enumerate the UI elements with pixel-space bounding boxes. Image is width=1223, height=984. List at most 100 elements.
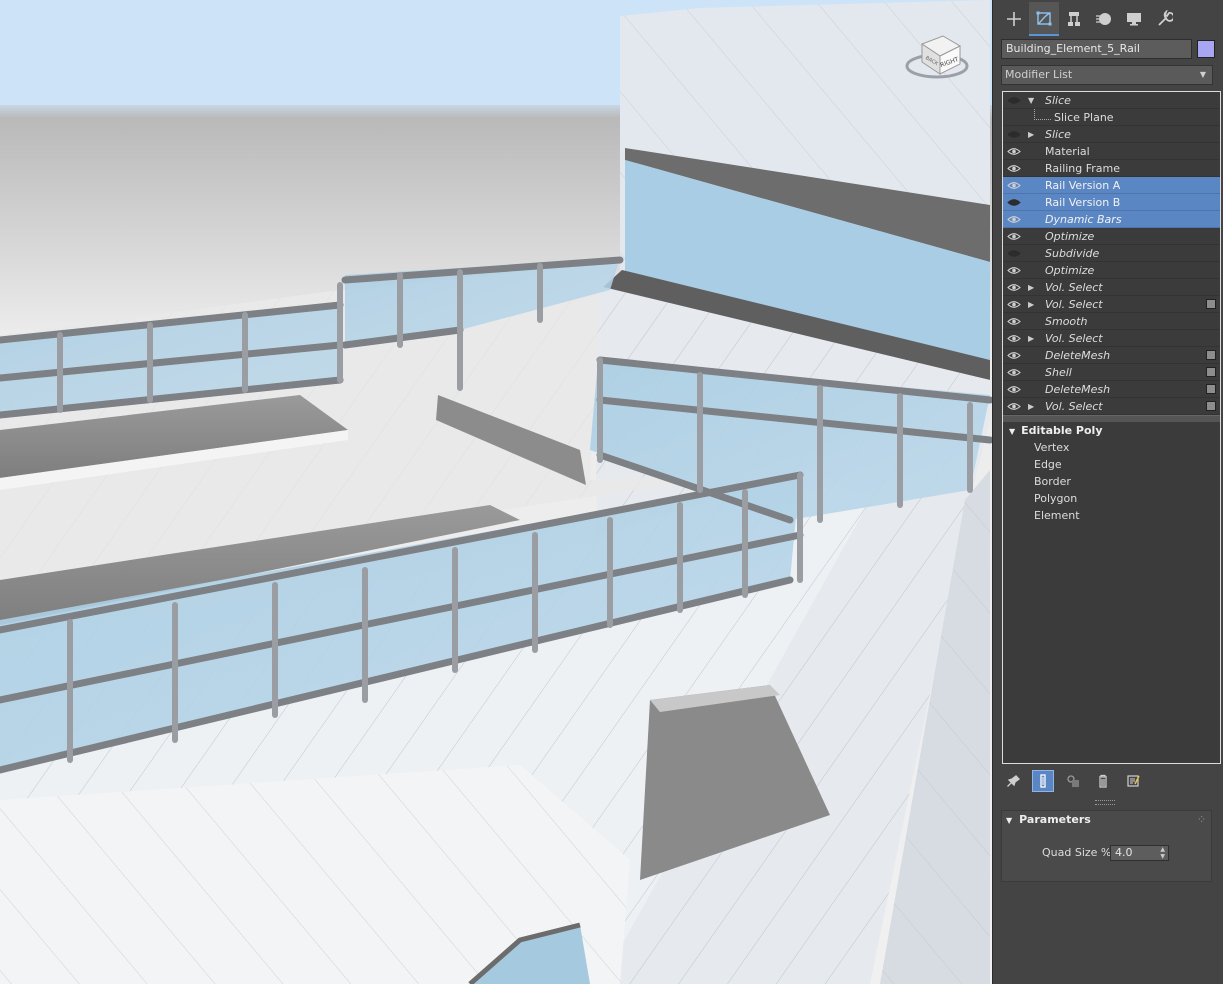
pin-stack-button[interactable] xyxy=(1002,770,1024,792)
trash-icon xyxy=(1099,774,1107,788)
eye-icon[interactable] xyxy=(1007,317,1021,326)
command-panel-tabs xyxy=(993,0,1223,38)
expand-arrow-icon[interactable]: ▶ xyxy=(1028,296,1034,313)
quad-size-value: 4.0 xyxy=(1115,846,1133,859)
expand-arrow-icon[interactable]: ▶ xyxy=(1028,398,1034,415)
eye-icon[interactable] xyxy=(1007,232,1021,241)
modifier-stack-item[interactable]: Optimize xyxy=(1003,262,1220,279)
modifier-stack-item[interactable]: ▶ Vol. Select xyxy=(1003,279,1220,296)
collapse-arrow-icon[interactable]: ▼ xyxy=(1009,427,1015,436)
modifier-toggle-box[interactable] xyxy=(1206,384,1216,394)
make-unique-button[interactable] xyxy=(1062,770,1084,792)
modifier-stack-item[interactable]: Rail Version B xyxy=(1003,194,1220,211)
base-object-item[interactable]: ▼ Editable Poly xyxy=(1003,422,1220,439)
create-tab[interactable] xyxy=(999,2,1029,36)
modifier-label: Vol. Select xyxy=(1045,298,1103,311)
modifier-toggle-box[interactable] xyxy=(1206,367,1216,377)
modifier-stack-item[interactable]: ▶ Vol. Select xyxy=(1003,330,1220,347)
modifier-stack-item[interactable]: ▶ Vol. Select xyxy=(1003,296,1220,313)
subobject-level-vertex[interactable]: Vertex xyxy=(1003,439,1220,456)
modifier-label: Vol. Select xyxy=(1045,332,1103,345)
modifier-toggle-box[interactable] xyxy=(1206,299,1216,309)
eye-icon[interactable] xyxy=(1007,215,1021,224)
modifier-toggle-box[interactable] xyxy=(1206,350,1216,360)
spinner-arrows-icon[interactable]: ▲ ▼ xyxy=(1160,846,1165,860)
panel-resize-grip[interactable] xyxy=(1095,800,1115,805)
modifier-label: Slice xyxy=(1045,128,1071,141)
modifier-stack-item[interactable]: ▶ Vol. Select xyxy=(1003,398,1220,415)
subobject-level-border[interactable]: Border xyxy=(1003,473,1220,490)
modifier-stack-item[interactable]: Optimize xyxy=(1003,228,1220,245)
eye-icon[interactable] xyxy=(1007,351,1021,360)
subobject-level-polygon[interactable]: Polygon xyxy=(1003,490,1220,507)
rollout-grip-icon: ⁘ xyxy=(1198,815,1205,824)
eye-icon[interactable] xyxy=(1007,147,1021,156)
modifier-label: Optimize xyxy=(1045,230,1095,243)
stack-subobject-item[interactable]: Slice Plane xyxy=(1003,109,1220,126)
plus-icon xyxy=(1007,12,1021,26)
modifier-stack-item[interactable]: Dynamic Bars xyxy=(1003,211,1220,228)
eye-icon[interactable] xyxy=(1007,283,1021,292)
eye-icon[interactable] xyxy=(1007,181,1021,190)
motion-tab[interactable] xyxy=(1089,2,1119,36)
collapse-arrow-icon[interactable]: ▼ xyxy=(1028,92,1034,109)
eye-off-icon[interactable] xyxy=(1007,198,1021,207)
command-panel: Building_Element_5_Rail Modifier List ▼ … xyxy=(992,0,1223,984)
configure-modifier-sets-button[interactable] xyxy=(1122,770,1144,792)
modifier-stack-item[interactable]: ▼ Slice xyxy=(1003,92,1220,109)
modify-tab[interactable] xyxy=(1029,2,1059,36)
modifier-stack-item[interactable]: Subdivide xyxy=(1003,245,1220,262)
expand-arrow-icon[interactable]: ▶ xyxy=(1028,279,1034,296)
modifier-label: Subdivide xyxy=(1045,247,1100,260)
expand-arrow-icon[interactable]: ▶ xyxy=(1028,126,1034,143)
modifier-stack[interactable]: ▼ Slice Slice Plane ▶ Slice Material Railing F… xyxy=(1002,91,1221,764)
chevron-down-icon: ▼ xyxy=(1199,70,1206,79)
eye-off-icon[interactable] xyxy=(1007,130,1021,139)
remove-modifier-button[interactable] xyxy=(1092,770,1114,792)
object-name-field[interactable]: Building_Element_5_Rail xyxy=(1001,39,1192,59)
display-tab[interactable] xyxy=(1119,2,1149,36)
subobject-level-element[interactable]: Element xyxy=(1003,507,1220,524)
eye-icon[interactable] xyxy=(1007,402,1021,411)
modifier-stack-item[interactable]: DeleteMesh xyxy=(1003,347,1220,364)
stack-subobject-label: Slice Plane xyxy=(1054,111,1114,124)
quad-size-spinner[interactable]: 4.0 ▲ ▼ xyxy=(1110,845,1169,861)
modifier-label: Railing Frame xyxy=(1045,162,1121,175)
motion-icon xyxy=(1096,13,1111,25)
tree-connector xyxy=(1034,109,1051,120)
hierarchy-tab[interactable] xyxy=(1059,2,1089,36)
display-icon xyxy=(1127,13,1141,26)
eye-icon[interactable] xyxy=(1007,164,1021,173)
wrench-icon xyxy=(1158,10,1173,26)
3d-viewport[interactable]: RIGHT BACK xyxy=(0,0,992,984)
modifier-toggle-box[interactable] xyxy=(1206,401,1216,411)
expand-arrow-icon[interactable]: ▶ xyxy=(1028,330,1034,347)
eye-icon[interactable] xyxy=(1007,385,1021,394)
eye-off-icon[interactable] xyxy=(1007,96,1021,105)
eye-icon[interactable] xyxy=(1007,368,1021,377)
modifier-stack-item[interactable]: Railing Frame xyxy=(1003,160,1220,177)
modifier-stack-item[interactable]: Smooth xyxy=(1003,313,1220,330)
utilities-tab[interactable] xyxy=(1149,2,1179,36)
base-object-label: Editable Poly xyxy=(1021,424,1103,437)
hierarchy-icon xyxy=(1068,12,1080,26)
modifier-label: Smooth xyxy=(1045,315,1088,328)
show-end-result-button[interactable] xyxy=(1032,770,1054,792)
modifier-stack-item[interactable]: Material xyxy=(1003,143,1220,160)
modifier-stack-item[interactable]: Rail Version A xyxy=(1003,177,1220,194)
modifier-stack-item[interactable]: Shell xyxy=(1003,364,1220,381)
object-color-swatch[interactable] xyxy=(1197,40,1215,58)
modifier-list-dropdown[interactable]: Modifier List ▼ xyxy=(1001,65,1213,85)
eye-icon[interactable] xyxy=(1007,300,1021,309)
modifier-stack-item[interactable]: ▶ Slice xyxy=(1003,126,1220,143)
eye-icon[interactable] xyxy=(1007,334,1021,343)
collapse-arrow-icon: ▼ xyxy=(1006,816,1013,825)
viewport-scene[interactable]: RIGHT BACK xyxy=(0,0,992,984)
eye-icon[interactable] xyxy=(1007,266,1021,275)
quad-size-row: Quad Size %: 4.0 ▲ ▼ xyxy=(1002,845,1211,863)
parameters-rollout-header[interactable]: ▼ Parameters ⁘ xyxy=(1002,811,1211,829)
modifier-stack-item[interactable]: DeleteMesh xyxy=(1003,381,1220,398)
end-result-icon xyxy=(1040,774,1046,788)
subobject-level-edge[interactable]: Edge xyxy=(1003,456,1220,473)
eye-off-icon[interactable] xyxy=(1007,249,1021,258)
